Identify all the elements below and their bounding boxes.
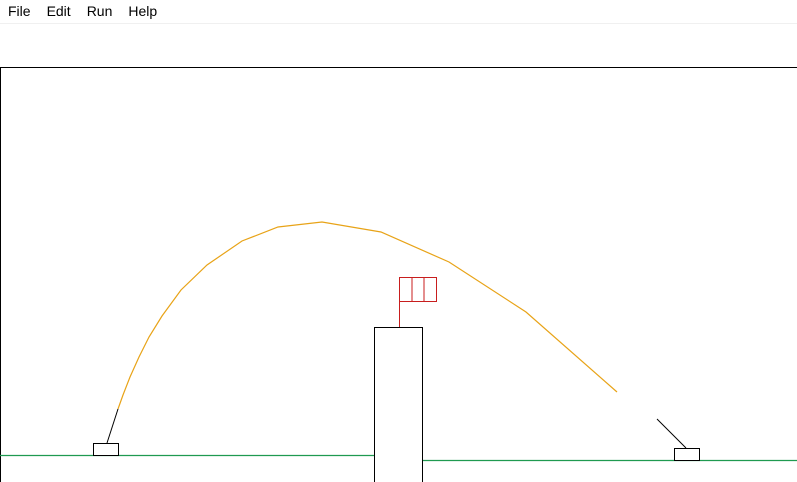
menu-bar: File Edit Run Help bbox=[0, 0, 797, 24]
menu-help[interactable]: Help bbox=[120, 0, 165, 23]
menu-edit[interactable]: Edit bbox=[39, 0, 79, 23]
right-cannon-base[interactable] bbox=[674, 448, 700, 461]
menu-run[interactable]: Run bbox=[79, 0, 121, 23]
tower bbox=[374, 327, 423, 482]
left-cannon-base[interactable] bbox=[93, 443, 119, 456]
flag bbox=[399, 277, 437, 302]
projectile-trajectory bbox=[117, 221, 618, 410]
game-scene bbox=[0, 67, 797, 482]
left-cannon-barrel[interactable] bbox=[106, 408, 119, 444]
game-canvas[interactable] bbox=[0, 67, 797, 482]
right-cannon-barrel[interactable] bbox=[656, 418, 687, 449]
menu-file[interactable]: File bbox=[0, 0, 39, 23]
